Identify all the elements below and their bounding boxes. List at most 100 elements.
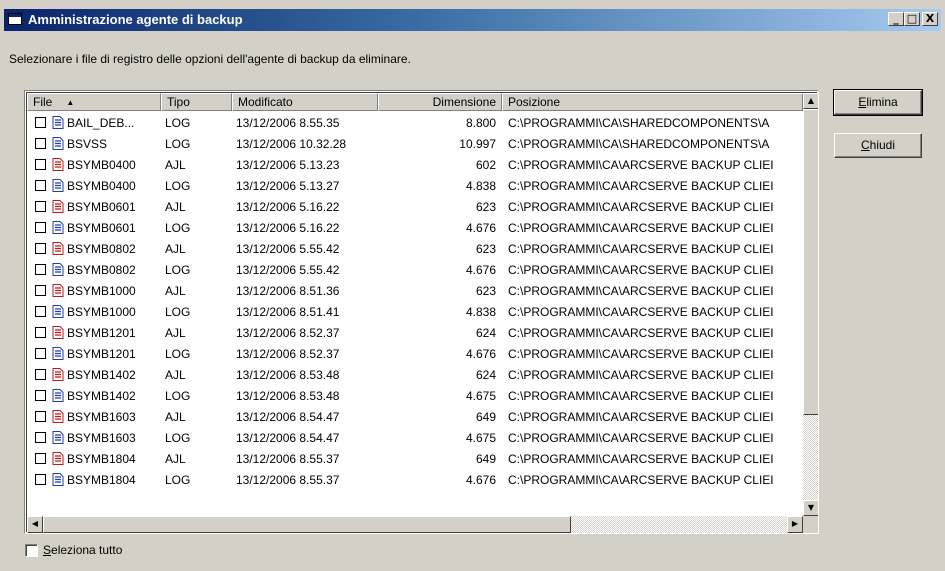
row-checkbox[interactable] [35,453,46,464]
table-row[interactable]: BSYMB0601 LOG 13/12/2006 5.16.22 4.676 C:\PR… [27,217,803,238]
row-checkbox[interactable] [35,285,46,296]
file-name: BSYMB0802 [67,262,136,277]
maximize-button[interactable]: □ [904,12,920,26]
row-checkbox[interactable] [35,222,46,233]
log-file-icon [52,137,64,150]
cell-modificato: 13/12/2006 8.54.47 [236,430,340,445]
table-row[interactable]: BSYMB0400 LOG 13/12/2006 5.13.27 4.838 C:\PR… [27,175,803,196]
cell-tipo: LOG [165,262,191,277]
cell-file: BSYMB1201 [27,326,161,340]
cell-file: BSYMB0601 [27,221,161,235]
cell-tipo: LOG [165,136,191,151]
cell-posizione: C:\PROGRAMMI\CA\ARCSERVE BACKUP CLIEI [508,283,774,298]
table-row[interactable]: BSYMB1603 LOG 13/12/2006 8.54.47 4.675 C:\PR… [27,427,803,448]
cell-posizione: C:\PROGRAMMI\CA\ARCSERVE BACKUP CLIEI [508,157,774,172]
row-checkbox[interactable] [35,369,46,380]
minimize-button[interactable]: _ [888,12,904,26]
file-name: BSYMB1603 [67,430,136,445]
cell-posizione: C:\PROGRAMMI\CA\SHAREDCOMPONENTS\A [508,115,770,130]
row-checkbox[interactable] [35,243,46,254]
row-checkbox[interactable] [35,180,46,191]
row-checkbox[interactable] [35,474,46,485]
row-checkbox[interactable] [35,390,46,401]
ajl-file-icon [52,368,64,381]
ajl-file-icon [52,158,64,171]
horizontal-scrollbar[interactable]: ◀ ▶ [27,516,803,533]
cell-file: BSYMB1000 [27,305,161,319]
scroll-down-button[interactable]: ▼ [803,500,818,516]
vertical-scrollbar[interactable]: ▲ ▼ [803,93,818,516]
table-row[interactable]: BSYMB1804 AJL 13/12/2006 8.55.37 649 C:\PROG… [27,448,803,469]
row-checkbox[interactable] [35,159,46,170]
cell-file: BSYMB1201 [27,347,161,361]
scroll-up-button[interactable]: ▲ [803,93,818,109]
cell-tipo: AJL [165,157,186,172]
title-bar[interactable]: Amministrazione agente di backup _ □ X [4,9,941,31]
table-row[interactable]: BSYMB0400 AJL 13/12/2006 5.13.23 602 C:\PROG… [27,154,803,175]
log-file-icon [52,305,64,318]
table-row[interactable]: BSYMB1201 LOG 13/12/2006 8.52.37 4.676 C:\PR… [27,343,803,364]
table-row[interactable]: BAIL_DEB... LOG 13/12/2006 8.55.35 8.800 C:\… [27,112,803,133]
row-checkbox[interactable] [35,201,46,212]
table-row[interactable]: BSYMB0601 AJL 13/12/2006 5.16.22 623 C:\PROG… [27,196,803,217]
log-file-icon [52,389,64,402]
cell-posizione: C:\PROGRAMMI\CA\ARCSERVE BACKUP CLIEI [508,472,774,487]
cell-file: BSYMB1603 [27,410,161,424]
cell-tipo: LOG [165,178,191,193]
cell-posizione: C:\PROGRAMMI\CA\ARCSERVE BACKUP CLIEI [508,199,774,214]
select-all-checkbox[interactable]: Seleziona tutto [25,543,122,557]
close-button[interactable]: X [922,12,938,26]
scroll-left-button[interactable]: ◀ [27,516,43,533]
table-row[interactable]: BSYMB1000 LOG 13/12/2006 8.51.41 4.838 C:\PR… [27,301,803,322]
table-row[interactable]: BSYMB1201 AJL 13/12/2006 8.52.37 624 C:\PROG… [27,322,803,343]
table-row[interactable]: BSYMB0802 AJL 13/12/2006 5.55.42 623 C:\PROG… [27,238,803,259]
column-header-tipo[interactable]: Tipo [161,93,232,111]
log-file-icon [52,179,64,192]
file-name: BSYMB1804 [67,451,136,466]
cell-modificato: 13/12/2006 8.55.37 [236,451,340,466]
cell-tipo: AJL [165,199,186,214]
chiudi-button[interactable]: Chiudi [834,133,922,158]
table-row[interactable]: BSYMB1603 AJL 13/12/2006 8.54.47 649 C:\PROG… [27,406,803,427]
select-all-box[interactable] [25,543,38,557]
cell-tipo: LOG [165,472,191,487]
row-checkbox[interactable] [35,327,46,338]
row-checkbox[interactable] [35,138,46,149]
column-header-modificato[interactable]: Modificato [232,93,378,111]
window-title: Amministrazione agente di backup [28,12,243,27]
row-checkbox[interactable] [35,432,46,443]
horizontal-scroll-thumb[interactable] [43,516,571,533]
cell-dimensione: 4.676 [465,346,496,361]
row-checkbox[interactable] [35,411,46,422]
row-checkbox[interactable] [35,264,46,275]
file-name: BSYMB1804 [67,472,136,487]
table-row[interactable]: BSYMB1804 LOG 13/12/2006 8.55.37 4.676 C:\PR… [27,469,803,490]
file-name: BSYMB1000 [67,304,136,319]
column-header-file[interactable]: File ▲ [27,93,161,111]
row-checkbox[interactable] [35,348,46,359]
scroll-right-button[interactable]: ▶ [787,516,803,533]
log-file-list[interactable]: File ▲ Tipo Modificato Dimensione Posizio… [24,90,819,534]
row-checkbox[interactable] [35,117,46,128]
elimina-button[interactable]: Elimina [833,89,923,116]
table-row[interactable]: BSYMB1402 AJL 13/12/2006 8.53.48 624 C:\PROG… [27,364,803,385]
cell-tipo: LOG [165,220,191,235]
row-checkbox[interactable] [35,306,46,317]
cell-file: BSYMB0400 [27,158,161,172]
cell-dimensione: 4.838 [465,304,496,319]
select-all-label: Seleziona tutto [43,543,122,557]
cell-dimensione: 4.675 [465,430,496,445]
cell-file: BSYMB1402 [27,389,161,403]
column-header-posizione[interactable]: Posizione [502,93,803,111]
table-row[interactable]: BSYMB1000 AJL 13/12/2006 8.51.36 623 C:\PROG… [27,280,803,301]
column-header-dimensione[interactable]: Dimensione [378,93,502,111]
cell-dimensione: 649 [475,451,496,466]
table-row[interactable]: BSVSS LOG 13/12/2006 10.32.28 10.997 C:\PROG… [27,133,803,154]
cell-file: BSYMB1804 [27,452,161,466]
table-row[interactable]: BSYMB1402 LOG 13/12/2006 8.53.48 4.675 C:\PR… [27,385,803,406]
caption-buttons: _ □ X [888,12,938,26]
file-name: BSYMB1402 [67,367,136,382]
cell-posizione: C:\PROGRAMMI\CA\ARCSERVE BACKUP CLIEI [508,304,774,319]
vertical-scroll-thumb[interactable] [803,109,818,415]
table-row[interactable]: BSYMB0802 LOG 13/12/2006 5.55.42 4.676 C:\PR… [27,259,803,280]
